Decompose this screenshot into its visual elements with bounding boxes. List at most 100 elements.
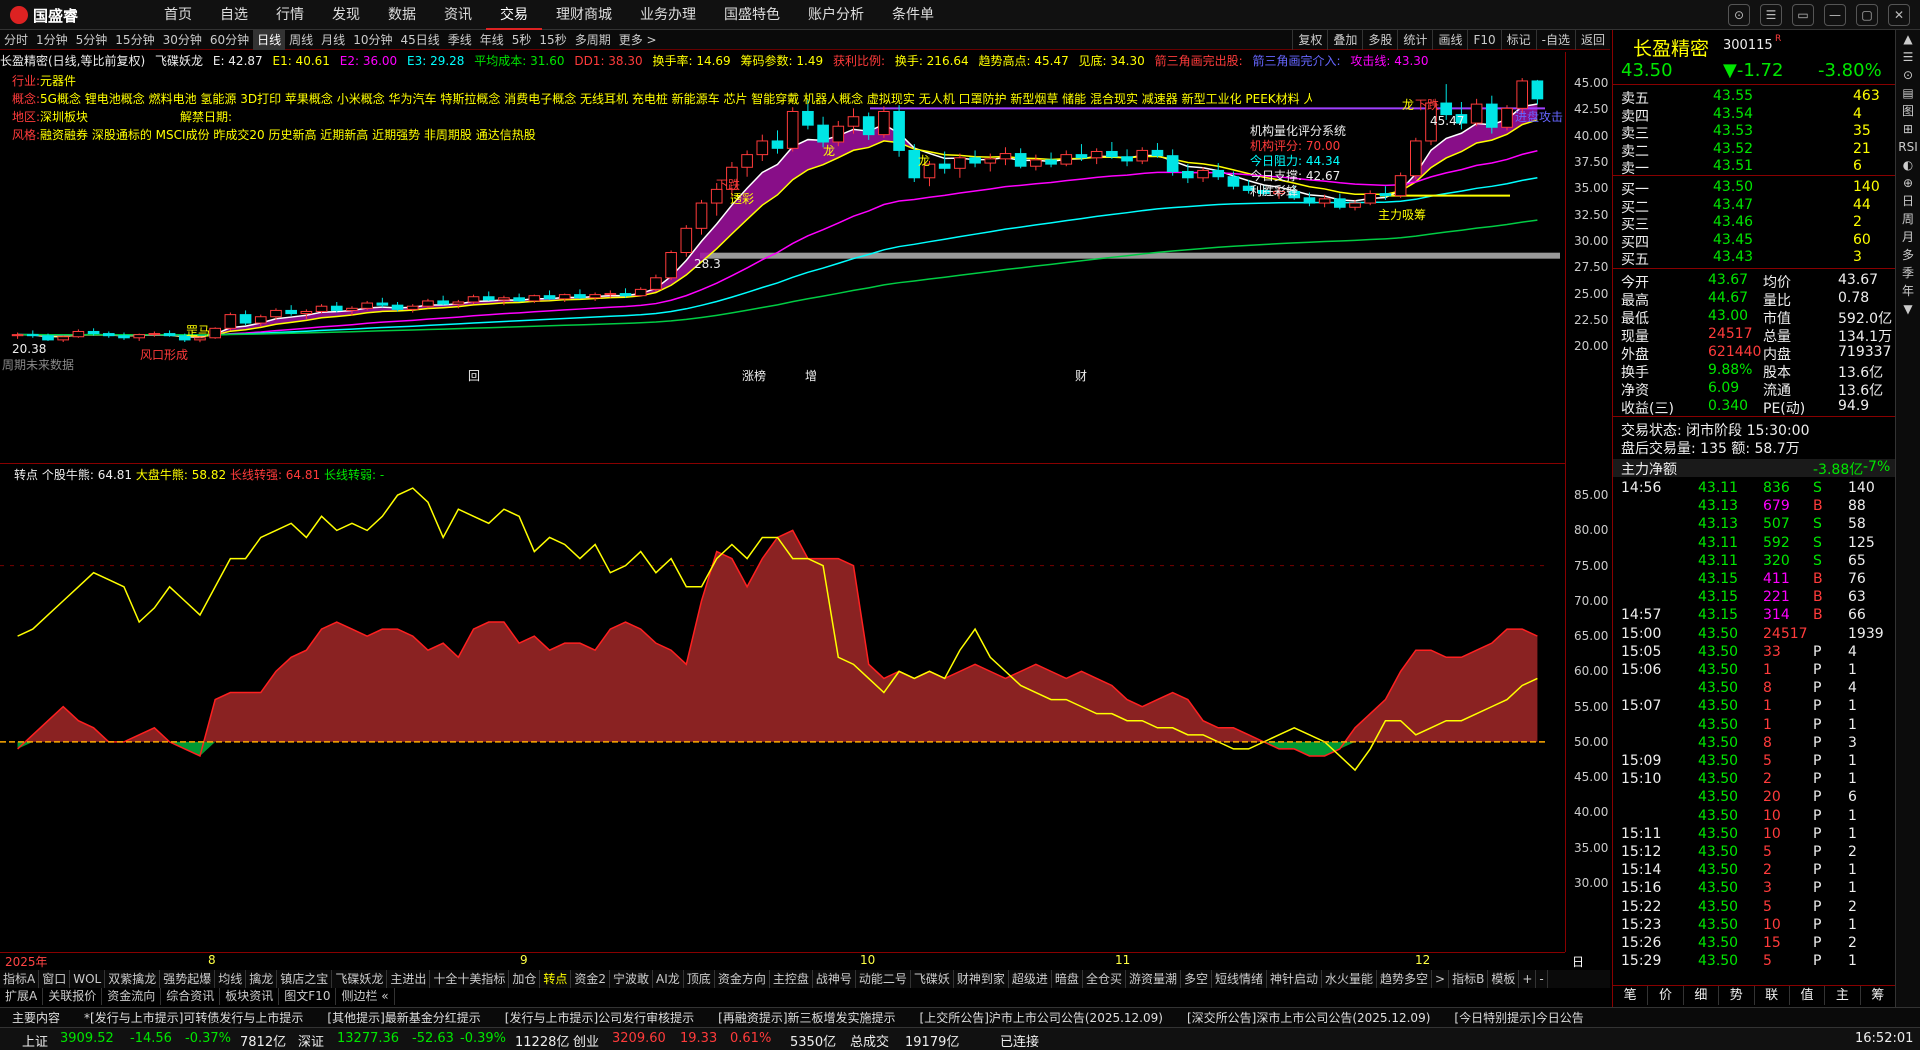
sidebar-icon[interactable]: RSI [1896,138,1920,156]
candle-body[interactable] [1349,202,1361,208]
indicator-tab[interactable]: 转点 [540,970,572,988]
indicator-tab[interactable]: 主控盘 [770,970,813,988]
candle-body[interactable] [1197,169,1209,179]
kline-svg[interactable] [0,52,1565,464]
indicator-tab[interactable]: 窗口 [39,970,71,988]
indicator-tab[interactable]: 神针启动 [1267,970,1323,988]
period-tab[interactable]: 年线 [476,30,508,50]
candle-body[interactable] [1030,159,1042,167]
chart-tool-button[interactable]: 叠加 [1327,30,1362,50]
candle-body[interactable] [1136,149,1149,162]
candle-body[interactable] [558,294,571,300]
menu-item[interactable]: 国盛特色 [710,0,794,30]
panel-tab[interactable]: 笔 [1613,986,1649,1005]
candle-body[interactable] [650,277,662,290]
window-button-icon[interactable]: — [1824,4,1846,26]
indicator-tab[interactable]: 战神号 [813,970,856,988]
candle-body[interactable] [1014,153,1027,167]
chart-tool-button[interactable]: 标记 [1500,30,1536,50]
menu-item[interactable]: 首页 [150,0,206,30]
candle-body[interactable] [832,125,845,143]
indicator-tab[interactable]: 财神到家 [954,970,1009,988]
sidebar-icon[interactable]: 季 [1896,264,1920,282]
news-item[interactable]: [今日特别提示]今日公告 [1442,1008,1595,1027]
indicator-tab[interactable]: 指标B [1449,970,1489,988]
candle-body[interactable] [847,116,860,127]
candle-body[interactable] [817,124,829,143]
indicator-tab[interactable]: 主进出 [387,970,431,988]
sidebar-icon[interactable]: ⊞ [1896,120,1920,138]
candle-body[interactable] [984,158,997,164]
indicator-tab[interactable]: > [1432,970,1450,988]
indicator-tab[interactable]: 双紫擒龙 [105,970,161,988]
indicator-tab[interactable]: 模板 [1488,970,1520,988]
period-tab[interactable]: 45日线 [396,30,443,50]
candle-body[interactable] [589,294,601,299]
sub-tab[interactable]: 关联报价 [43,988,103,1005]
candle-body[interactable] [346,307,358,311]
indicator-tab[interactable]: 趋势多空 [1377,970,1433,988]
candle-body[interactable] [498,297,510,301]
candle-body[interactable] [1394,175,1407,197]
candle-body[interactable] [1470,103,1483,124]
candle-body[interactable] [513,297,525,302]
sidebar-icon[interactable]: 周 [1896,210,1920,228]
candle-body[interactable] [938,163,951,169]
panel-tab[interactable]: 筹 [1861,986,1896,1005]
sidebar-icon[interactable]: ▤ [1896,84,1920,102]
indicator-tab[interactable]: 游资量潮 [1126,970,1181,988]
window-button-icon[interactable]: ▢ [1856,4,1878,26]
candle-body[interactable] [1531,80,1544,100]
sub-tab[interactable]: 扩展A [0,988,44,1005]
period-tab[interactable]: 季线 [444,30,476,50]
menu-item[interactable]: 条件单 [878,0,948,30]
candle-body[interactable] [1334,198,1346,208]
menu-item[interactable]: 行情 [262,0,318,30]
period-tab[interactable]: 月线 [317,30,349,50]
news-item[interactable]: [上交所公告]沪市上市公司公告(2025.12.09) [908,1008,1175,1027]
candle-body[interactable] [376,302,389,306]
period-tab[interactable]: 10分钟 [349,30,396,50]
candle-body[interactable] [878,110,890,136]
sidebar-icon[interactable]: 图 [1896,102,1920,120]
candle-body[interactable] [1409,140,1422,177]
sidebar-icon[interactable]: 月 [1896,228,1920,246]
candle-body[interactable] [1516,80,1529,109]
candle-body[interactable] [680,227,693,254]
chart-tool-button[interactable]: 返回 [1574,30,1610,50]
candle-body[interactable] [270,309,282,318]
indicator-tab[interactable]: AI龙 [653,970,684,988]
indicator-tab[interactable]: 短线情绪 [1212,970,1267,988]
candle-body[interactable] [26,334,39,337]
candle-body[interactable] [954,157,966,169]
indicator-tab[interactable]: 飞碟妖 [911,970,954,988]
candle-body[interactable] [391,304,404,310]
indicator-tab[interactable]: 暗盘 [1052,970,1083,988]
candle-body[interactable] [11,334,24,337]
candle-body[interactable] [528,295,541,302]
sub-tab[interactable]: 图文F10 [279,988,337,1005]
candle-body[interactable] [361,302,373,309]
period-tab[interactable]: 15秒 [535,30,570,50]
chart-tool-button[interactable]: 复权 [1292,30,1327,50]
panel-tab[interactable]: 主 [1825,986,1861,1005]
indicator-tab[interactable]: 多空 [1181,970,1212,988]
sub-tab[interactable]: 综合资讯 [161,988,221,1005]
window-button-icon[interactable]: ▭ [1792,4,1814,26]
period-tab[interactable]: 15分钟 [111,30,158,50]
sidebar-icon[interactable]: 多 [1896,246,1920,264]
candle-body[interactable] [786,110,799,149]
sidebar-icon[interactable]: 年 [1896,282,1920,300]
candle-body[interactable] [1106,150,1118,158]
candle-body[interactable] [802,110,814,126]
menu-item[interactable]: 资讯 [430,0,486,30]
sidebar-icon[interactable]: ⊙ [1896,66,1920,84]
period-tab[interactable]: 多周期 [571,30,615,50]
candle-body[interactable] [1501,107,1513,128]
panel-tab[interactable]: 价 [1648,986,1684,1005]
period-tab[interactable]: 周线 [285,30,317,50]
menu-item[interactable]: 理财商城 [542,0,626,30]
indicator-tab[interactable]: 资金2 [571,970,611,988]
sub-tab[interactable]: 资金流向 [102,988,162,1005]
period-tab[interactable]: 5秒 [508,30,536,50]
